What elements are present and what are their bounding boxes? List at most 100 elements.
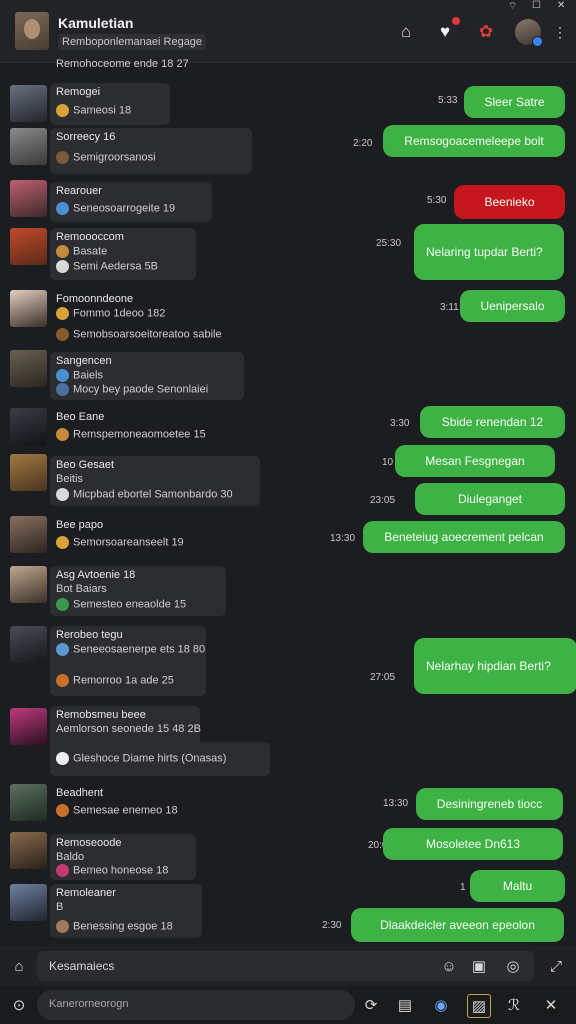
account-icon[interactable]: ◉ [430,994,452,1016]
message-text: Semobsoarsoeitoreatoo sabile [73,328,222,341]
sent-message-bubble[interactable]: Mosoletee Dn613 [383,828,563,860]
sender-avatar[interactable] [10,708,47,745]
attach-icon[interactable]: ◎ [502,955,524,977]
sent-message-bubble[interactable]: Uenipersalo [460,290,565,322]
message-text: Semesae enemeo 18 [73,804,178,817]
timestamp: 1 [460,882,466,893]
sender-avatar[interactable] [10,884,47,921]
sent-message-bubble[interactable]: Nelaring tupdar Berti? [414,224,564,280]
message-bubble[interactable]: Sorreecy 16 Semigroorsanosi [50,128,252,174]
timestamp: 27:05 [370,672,396,683]
sender-avatar[interactable] [10,516,47,553]
close-icon[interactable]: ✕ [557,0,565,11]
timestamp: 3:11 [440,302,459,313]
message-bubble[interactable]: Remoseoode Baldo Bemeo honeose 18 [50,834,196,880]
emoji-icon [56,104,69,117]
sent-message-bubble[interactable]: Dlaakdeicler aveeon epeolon [351,908,564,942]
sender-avatar[interactable] [10,180,47,217]
online-status-icon [532,36,543,47]
message-subtext: B [56,901,64,913]
sent-message-bubble[interactable]: Beenieko [454,185,565,219]
sender-name: Remoseoode [56,837,122,849]
sender-name: Remoleaner [56,887,116,899]
message-subtext: Seneeosaenerpe ets 18 80 [73,643,206,656]
clipboard-icon[interactable]: ▤ [394,994,416,1016]
sender-avatar[interactable] [10,454,47,491]
message-subtext: Beitis [56,473,83,485]
message-feed[interactable]: Remohoceome ende 18 27 Remogei Sameosi 1… [0,58,576,946]
emoji-icon [56,804,69,817]
user-avatar[interactable] [515,19,543,47]
home-icon[interactable]: ⌂ [8,955,30,977]
chat-subtitle: Remboponlemanaei Regage [58,34,207,50]
message-bubble[interactable]: Beo Eane Remspemoneaomoetee 15 [50,408,218,448]
message-bubble[interactable]: Remoleaner B Benessing esgoe 18 [50,884,202,938]
message-bubble[interactable]: Fomoonndeone Fommo 1deoo 182 Semobsoarso… [50,290,222,342]
sent-message-bubble[interactable]: Beneteiug aoecrement pelcan [363,521,565,553]
message-text: Remohoceome ende 18 27 [56,58,189,70]
message-input[interactable]: Kesamaiecs ☺ ▣ ◎ [37,951,534,981]
sent-message-bubble[interactable]: Diuleganget [415,483,565,515]
sender-avatar[interactable] [10,408,47,445]
message-bubble[interactable]: Sangencen Baiels Mocy bey paode Senonlai… [50,352,244,400]
emoji-picker-icon[interactable]: ☺ [438,955,460,977]
sender-name: Sangencen [56,355,112,367]
sent-message-bubble[interactable]: Sleer Satre [464,86,565,118]
timestamp: 5:30 [427,195,447,206]
message-text: Remspemoneaomoetee 15 [73,428,206,441]
sent-message-bubble[interactable]: Desiningreneb tiocc [416,788,563,820]
sender-avatar[interactable] [10,128,47,165]
sent-message-bubble[interactable]: Mesan Fesgnegan [395,445,555,477]
sent-message-bubble[interactable]: Sbide renendan 12 [420,406,565,438]
sender-avatar[interactable] [10,228,47,265]
gif-icon[interactable]: ▣ [468,955,490,977]
message-bubble[interactable]: Remoooccom Basate Semi Aedersa 5B [50,228,196,280]
timestamp: 2:30 [322,920,342,931]
message-bubble[interactable]: Beadhent Semesae enemeo 18 [50,784,220,824]
emoji-icon [56,920,69,933]
timestamp: 3:30 [390,418,410,429]
heart-icon[interactable]: ♥ [433,17,460,44]
sender-name: Beadhent [56,787,104,799]
timestamp: 13:30 [330,533,356,544]
chat-header: Kamuletian Remboponlemanaei Regage ⌔ ☐ ✕… [0,0,576,63]
message-row-partial: Remohoceome ende 18 27 [0,58,576,74]
mute-icon[interactable]: ✕ [540,994,562,1016]
users-icon[interactable]: ℛ [503,994,525,1016]
message-input-row: ⌂ Kesamaiecs ☺ ▣ ◎ ⤢ [0,946,576,986]
sent-message-bubble[interactable]: Maltu [470,870,565,902]
sender-avatar[interactable] [10,626,47,663]
sender-avatar[interactable] [10,290,47,327]
expand-icon[interactable]: ⤢ [545,955,567,977]
message-subtext: Baldo [56,851,85,863]
more-options-icon[interactable]: ⋮ [553,24,567,41]
sender-avatar[interactable] [10,784,47,821]
message-bubble[interactable]: Remogei Sameosi 18 [50,83,170,125]
group-avatar[interactable] [15,12,49,50]
sent-message-bubble[interactable]: Remsogoacemeleepe bolt [383,125,565,157]
message-text: Semesteo eneaolde 15 [73,598,187,611]
message-bubble[interactable]: Bee papo Semorsoareanseelt 19 [50,516,220,556]
sent-message-bubble[interactable]: Nelarhay hipdian Berti? [414,638,576,694]
message-text: Semi Aedersa 5B [73,260,158,273]
gift-icon[interactable]: ✿ [474,20,498,44]
emoji-icon [56,383,69,396]
message-input-value: Kesamaiecs [49,959,115,973]
message-bubble[interactable]: Beo Gesaet Beitis Micpbad ebortel Samonb… [50,456,260,506]
message-text: Seneosoarrogeite 19 [73,202,176,215]
maximize-icon[interactable]: ☐ [532,0,541,11]
home-icon[interactable]: ⌂ [394,20,418,44]
sender-avatar[interactable] [10,832,47,869]
secondary-input[interactable]: Kanerorneorogn [37,990,355,1020]
message-bubble[interactable]: Rerobeo tegu Seneeosaenerpe ets 18 80 Re… [50,626,206,696]
message-bubble[interactable]: Gleshoce Diame hirts (Onasas) [50,742,270,776]
emoji-icon [56,245,69,258]
sticker-icon[interactable]: ▨ [467,994,491,1018]
message-bubble[interactable]: Rearouer Seneosoarrogeite 19 [50,182,212,222]
refresh-icon[interactable]: ⟳ [360,994,382,1016]
sender-avatar[interactable] [10,566,47,603]
record-icon[interactable]: ⊙ [8,994,30,1016]
message-bubble[interactable]: Asg Avtoenie 18 Bot Baiars Semesteo enea… [50,566,226,616]
sender-avatar[interactable] [10,85,47,122]
sender-avatar[interactable] [10,350,47,387]
